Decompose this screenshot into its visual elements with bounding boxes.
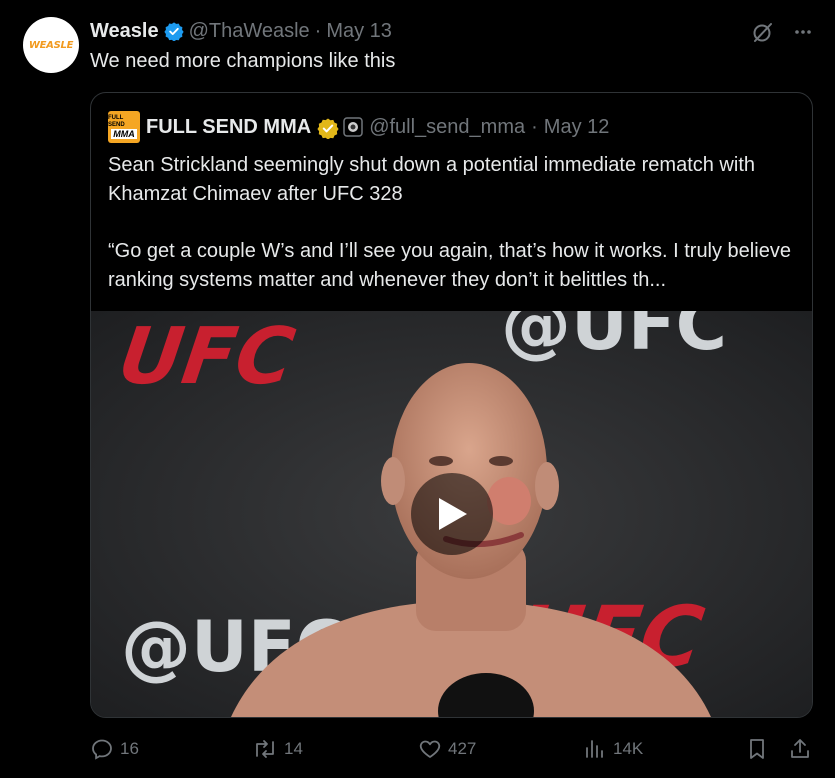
views-button[interactable]: 14K [583, 733, 643, 765]
more-options-icon[interactable] [793, 22, 813, 42]
reply-button[interactable]: 16 [90, 733, 139, 765]
quoted-author-avatar[interactable]: FULL SEND MMA [108, 111, 140, 143]
quoted-paragraph-2: “Go get a couple W’s and I’ll see you ag… [108, 240, 791, 291]
backdrop-at-ufc-text-1: @UFC [501, 311, 727, 366]
quoted-author-handle[interactable]: @full_send_mma [369, 116, 525, 139]
author-name[interactable]: Weasle [90, 20, 159, 43]
analytics-bars-icon [586, 740, 603, 758]
author-avatar[interactable]: WEASLE [23, 17, 79, 73]
video-thumbnail[interactable]: UFC @UFC @UFC UFC [91, 311, 812, 717]
quoted-header-separator: · [531, 115, 538, 138]
reply-icon [92, 739, 112, 760]
quoted-tweet-card[interactable]: FULL SEND MMA FULL SEND MMA @full_send_m… [90, 92, 813, 718]
like-count: 427 [448, 739, 477, 758]
quoted-author-name[interactable]: FULL SEND MMA [146, 116, 311, 139]
bookmark-icon [750, 739, 764, 759]
quoted-avatar-line1: FULL SEND [108, 115, 125, 128]
quoted-tweet-header: FULL SEND MMA FULL SEND MMA @full_send_m… [108, 111, 610, 143]
tweet-text: We need more champions like this [90, 50, 396, 72]
tweet-date[interactable]: May 13 [326, 20, 392, 43]
share-icon [791, 739, 809, 758]
like-button[interactable]: 427 [418, 733, 476, 765]
tweet-action-bar: 16 14 427 14K [90, 733, 815, 765]
gold-verified-badge-icon[interactable] [317, 117, 339, 140]
tweet-top-actions [751, 20, 813, 44]
reply-count: 16 [120, 739, 139, 758]
repost-icon [256, 740, 274, 758]
header-separator: · [314, 19, 322, 42]
author-handle[interactable]: @ThaWeasle [189, 20, 310, 43]
bookmark-button[interactable] [746, 733, 768, 765]
repost-button[interactable]: 14 [252, 733, 303, 765]
tweet-header: Weasle @ThaWeasle · May 13 [90, 18, 392, 44]
view-count: 14K [613, 739, 644, 758]
backdrop-ufc-text-1: UFC [113, 311, 300, 402]
repost-count: 14 [284, 739, 303, 758]
share-button[interactable] [788, 733, 812, 765]
quoted-paragraph-1: Sean Strickland seemingly shut down a po… [108, 154, 755, 205]
verified-badge-icon[interactable] [163, 21, 184, 42]
avatar-logo-text: WEASLE [28, 39, 74, 51]
quoted-tweet-date[interactable]: May 12 [544, 116, 610, 139]
quoted-avatar-line2: MMA [111, 129, 137, 139]
quoted-tweet-text: Sean Strickland seemingly shut down a po… [108, 151, 798, 295]
play-icon [439, 498, 467, 530]
grok-icon[interactable] [751, 20, 775, 44]
heart-icon [419, 740, 441, 758]
play-button[interactable] [411, 473, 493, 555]
affiliate-badge-icon[interactable] [343, 117, 363, 137]
